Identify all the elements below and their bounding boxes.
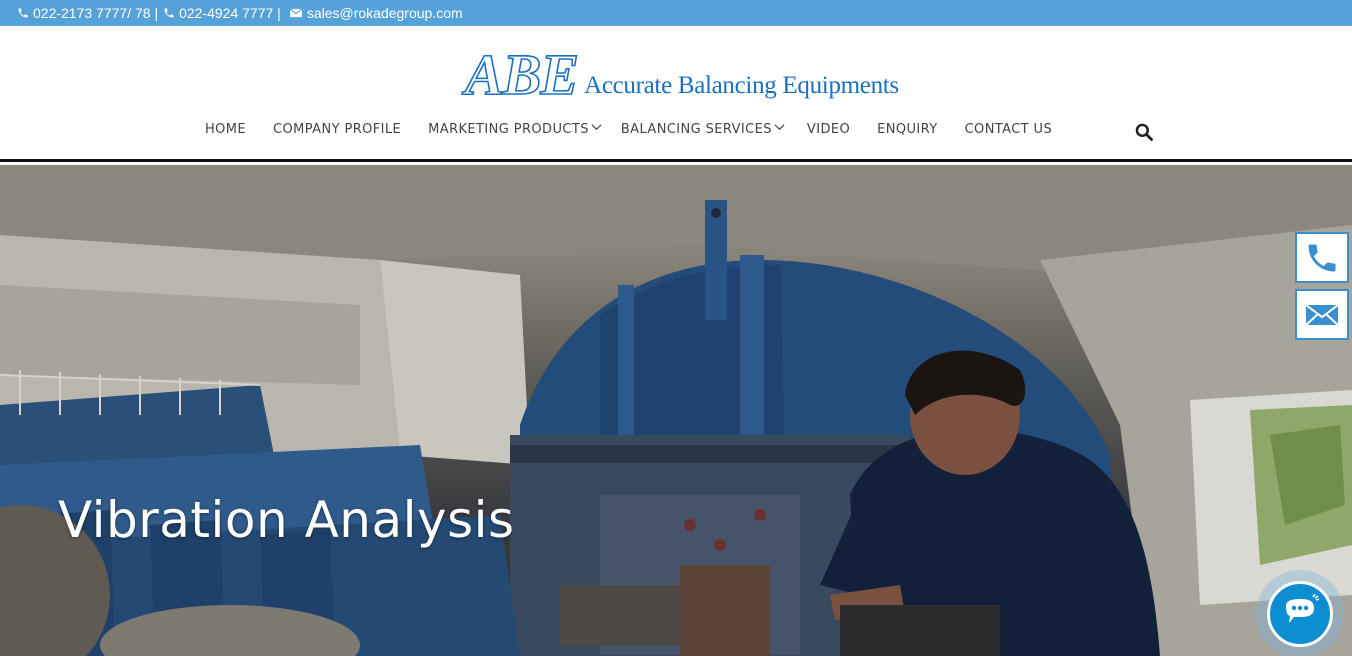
hero-title: Vibration Analysis: [58, 491, 515, 549]
nav-label: COMPANY PROFILE: [273, 122, 402, 137]
nav-label: VIDEO: [806, 122, 851, 137]
site-header: ABE Accurate Balancing Equipments HOME C…: [0, 26, 1352, 162]
nav-label: MARKETING PRODUCTS: [428, 122, 589, 137]
nav-balancing-services[interactable]: BALANCING SERVICES: [621, 122, 785, 137]
top-contact-bar: 022-2173 7777/ 78 | 022-4924 7777 | sale…: [0, 0, 1352, 26]
nav-marketing-products[interactable]: MARKETING PRODUCTS: [428, 122, 602, 137]
envelope-icon: [1305, 303, 1339, 326]
chat-widget-button[interactable]: [1256, 570, 1344, 656]
nav-label: HOME: [205, 122, 247, 137]
email-link[interactable]: sales@rokadegroup.com: [289, 5, 463, 21]
search-icon[interactable]: [1134, 122, 1154, 142]
nav-company-profile[interactable]: COMPANY PROFILE: [273, 122, 401, 137]
phone-number-1: 022-2173 7777/ 78 |: [33, 5, 159, 21]
nav-enquiry[interactable]: ENQUIRY: [877, 122, 937, 137]
hero-banner: Vibration Analysis: [0, 165, 1352, 656]
call-button[interactable]: [1295, 232, 1349, 283]
chat-button-inner: [1267, 581, 1333, 647]
email-address: sales@rokadegroup.com: [306, 5, 463, 21]
phone-link-2[interactable]: 022-4924 7777 |: [163, 5, 281, 21]
phone-number-2: 022-4924 7777 |: [179, 5, 281, 21]
nav-label: BALANCING SERVICES: [620, 122, 772, 137]
logo-text: Accurate Balancing Equipments: [584, 72, 899, 99]
logo-mark: ABE: [464, 42, 580, 107]
hero-background-image: [0, 165, 1352, 656]
phone-link-1[interactable]: 022-2173 7777/ 78 |: [17, 5, 158, 21]
email-button[interactable]: [1295, 289, 1349, 340]
phone-icon: [18, 8, 28, 18]
nav-contact-us[interactable]: CONTACT US: [965, 122, 1053, 137]
chat-icon: [1286, 594, 1320, 623]
nav-label: CONTACT US: [964, 122, 1053, 137]
phone-icon: [1308, 244, 1336, 271]
nav-home[interactable]: HOME: [205, 122, 246, 137]
site-logo[interactable]: ABE Accurate Balancing Equipments: [464, 42, 899, 107]
main-nav: HOME COMPANY PROFILE MARKETING PRODUCTS …: [205, 122, 1052, 137]
chevron-down-icon: [774, 123, 785, 130]
nav-video[interactable]: VIDEO: [807, 122, 850, 137]
envelope-icon: [289, 8, 303, 18]
chevron-down-icon: [591, 123, 602, 130]
phone-icon: [164, 8, 174, 18]
nav-label: ENQUIRY: [877, 122, 938, 137]
